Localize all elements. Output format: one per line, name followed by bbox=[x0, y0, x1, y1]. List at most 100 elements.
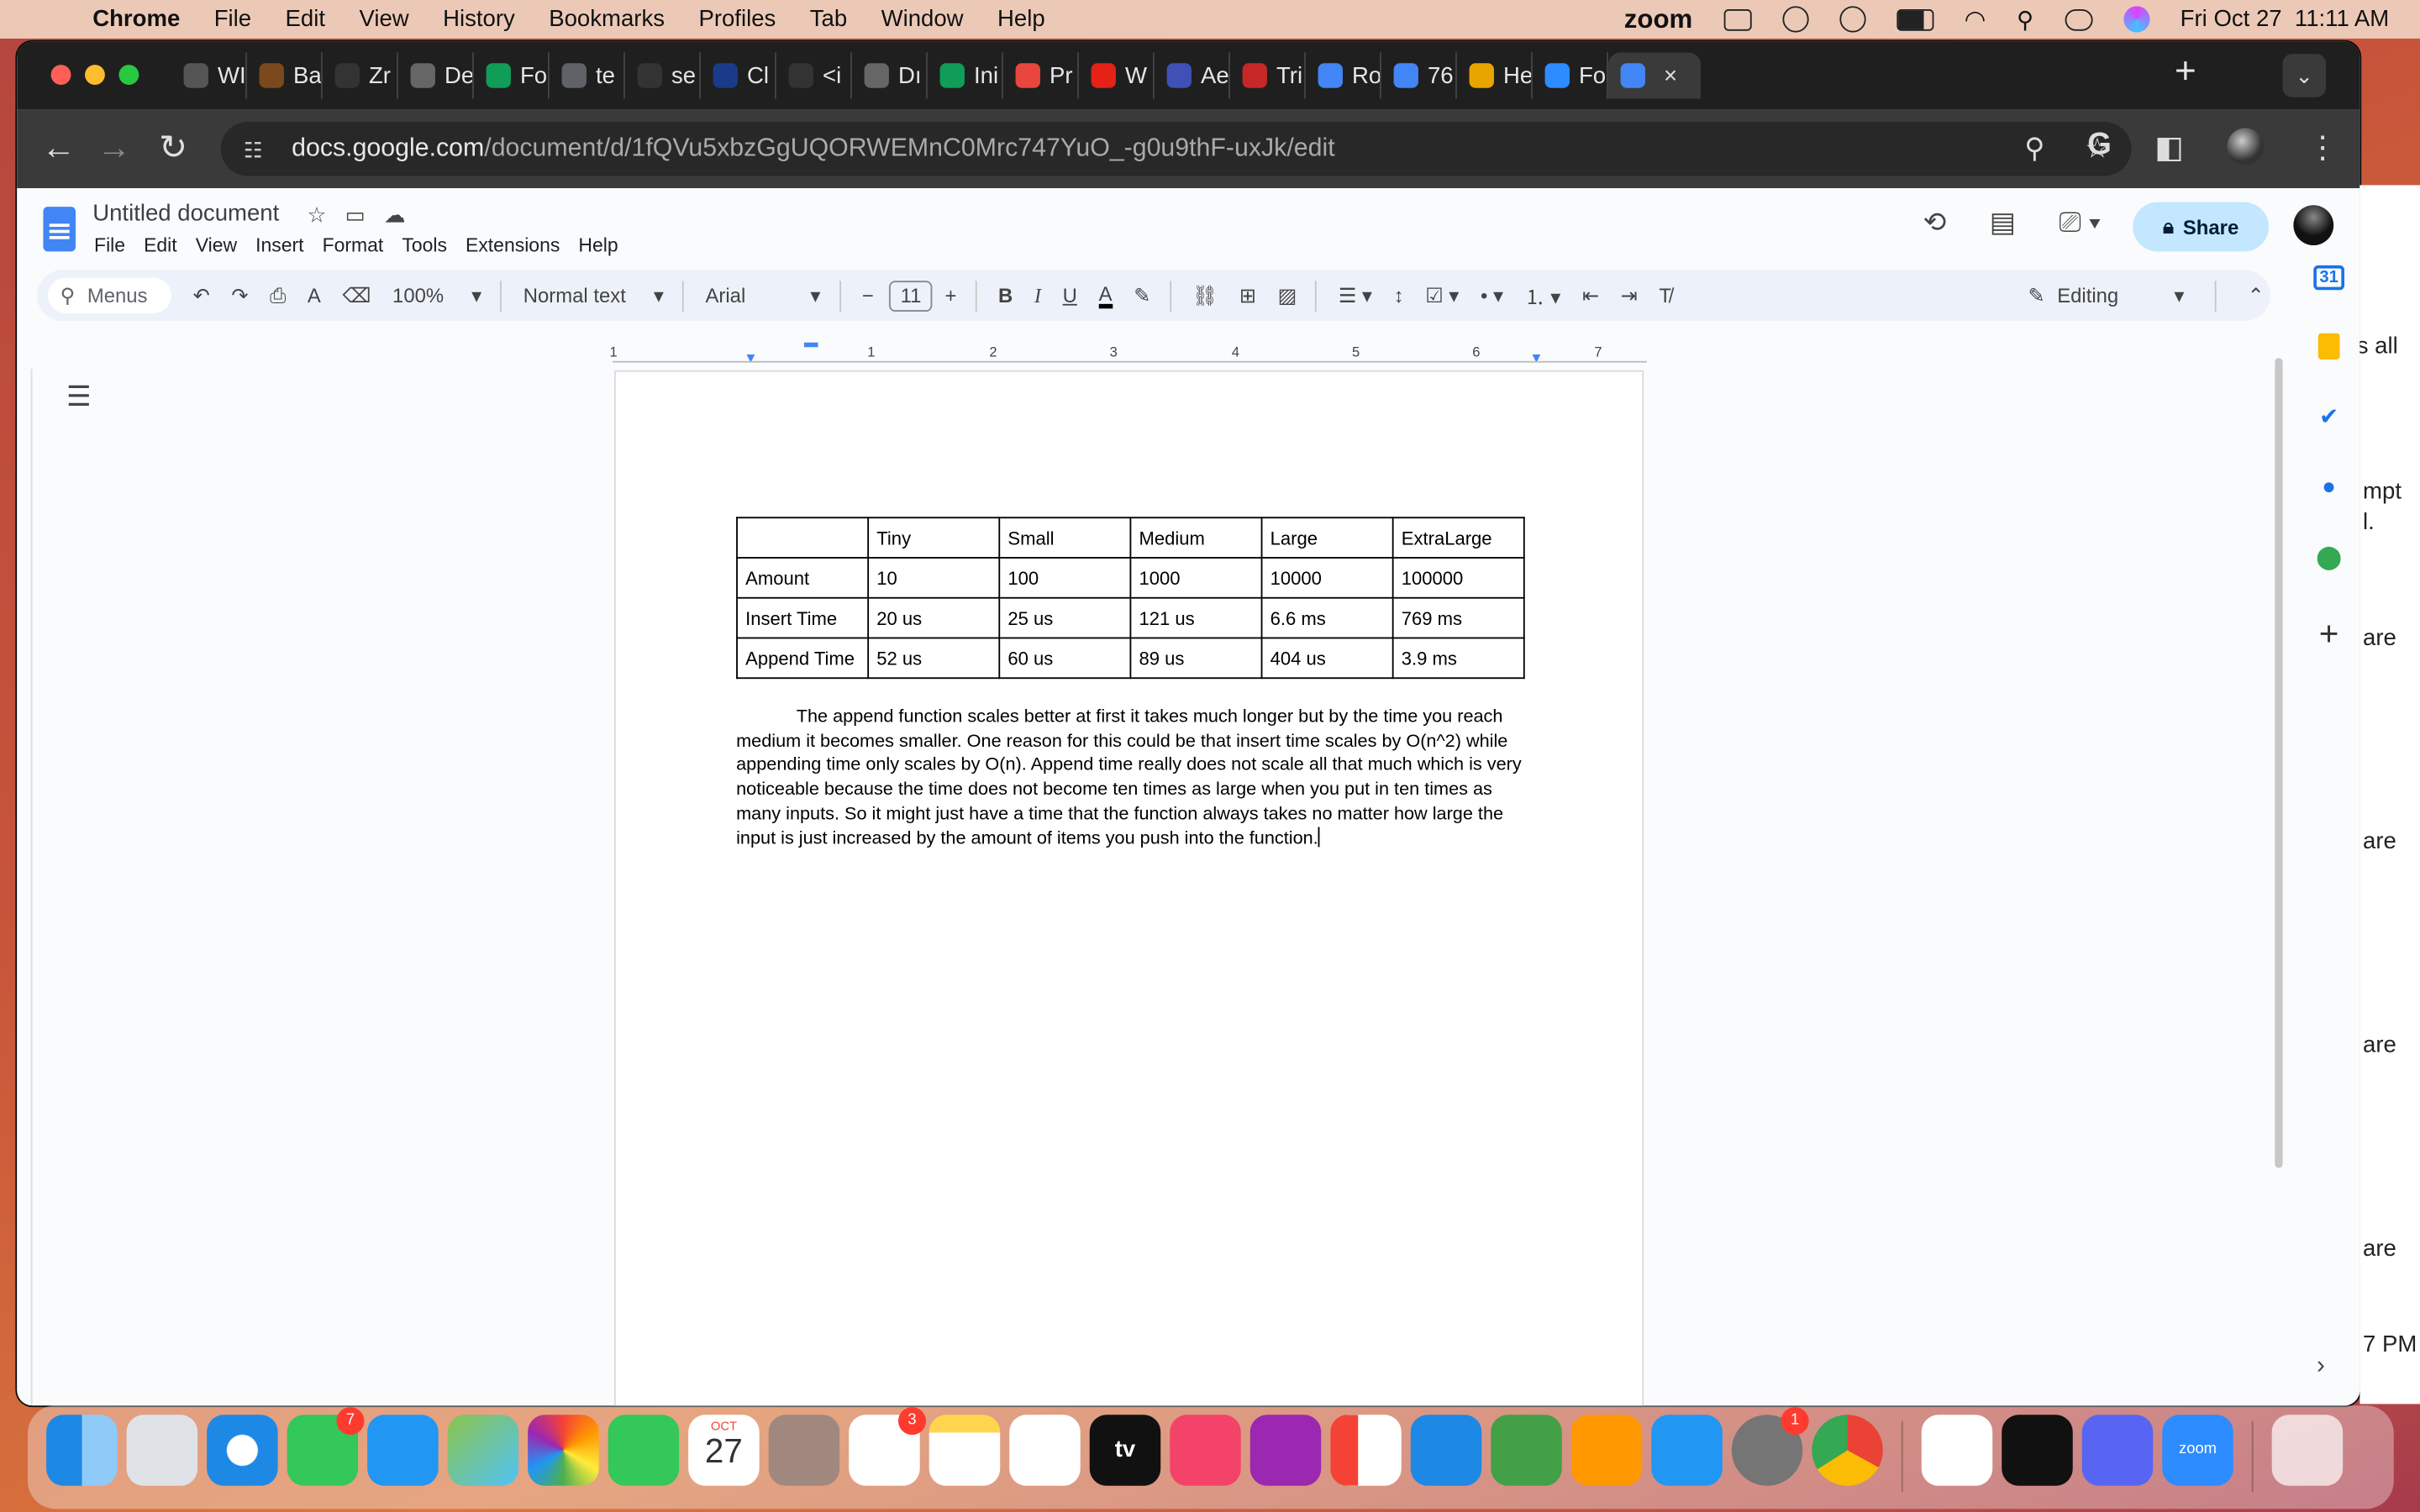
table-cell[interactable]: 52 us bbox=[867, 637, 1001, 680]
music-icon[interactable] bbox=[1170, 1415, 1241, 1486]
browser-tab[interactable]: Dı bbox=[852, 52, 928, 99]
cloud-saved-icon[interactable]: ☁ bbox=[384, 202, 406, 228]
reload-button[interactable]: ↻ bbox=[159, 128, 187, 168]
table-cell[interactable]: 10000 bbox=[1260, 557, 1394, 599]
contacts-app-icon[interactable] bbox=[768, 1415, 840, 1486]
table-cell[interactable]: 25 us bbox=[998, 596, 1132, 639]
reminders-icon[interactable]: 3 bbox=[849, 1407, 927, 1486]
chrome-icon[interactable] bbox=[1812, 1415, 1883, 1486]
site-info-icon[interactable]: ☷ bbox=[236, 132, 270, 165]
table-cell[interactable]: 121 us bbox=[1129, 596, 1263, 639]
apple-tv-icon[interactable]: tv bbox=[1089, 1415, 1161, 1486]
browser-tab[interactable]: WI bbox=[171, 52, 247, 99]
apple-icon[interactable] bbox=[31, 5, 59, 33]
chrome-menu-icon[interactable]: ⋮ bbox=[2307, 128, 2338, 166]
bulleted-list-icon[interactable]: • ▾ bbox=[1481, 283, 1503, 307]
paragraph-style-select[interactable]: Normal text ▾ bbox=[523, 283, 664, 307]
browser-tab[interactable]: Zr bbox=[323, 52, 398, 99]
account-avatar[interactable] bbox=[2293, 205, 2334, 246]
safari-icon[interactable] bbox=[207, 1415, 278, 1486]
move-folder-icon[interactable]: ▭ bbox=[345, 202, 366, 228]
browser-tab[interactable]: Ba bbox=[247, 52, 323, 99]
table-cell[interactable]: Medium bbox=[1129, 517, 1263, 559]
docs-menu-extensions[interactable]: Extensions bbox=[466, 234, 560, 256]
photos-icon[interactable] bbox=[528, 1415, 599, 1486]
keep-icon[interactable] bbox=[2317, 333, 2340, 360]
table-cell[interactable]: Insert Time bbox=[736, 596, 870, 639]
notes-icon[interactable] bbox=[929, 1415, 1001, 1486]
menu-help[interactable]: Help bbox=[997, 6, 1045, 32]
table-cell[interactable]: 1000 bbox=[1129, 557, 1263, 599]
browser-tab[interactable]: Ae bbox=[1155, 52, 1230, 99]
tasks-icon[interactable]: ✔ bbox=[2319, 402, 2338, 430]
spellcheck-icon[interactable]: A bbox=[308, 284, 321, 307]
font-size-input[interactable]: 11 bbox=[889, 280, 933, 312]
editing-mode-select[interactable]: ✎ Editing ▾ ⌃ bbox=[2028, 280, 2265, 312]
right-indent-marker[interactable]: ▼ bbox=[1529, 350, 1543, 365]
accessibility-icon[interactable] bbox=[1781, 6, 1809, 33]
browser-tab[interactable]: <i bbox=[776, 52, 852, 99]
active-browser-tab[interactable]: × bbox=[1607, 52, 1702, 99]
zoom-app-icon[interactable]: zoom bbox=[2162, 1415, 2233, 1486]
table-cell[interactable]: 10 bbox=[867, 557, 1001, 599]
wifi-icon[interactable]: ◠ bbox=[1965, 4, 1986, 35]
table-cell[interactable]: ExtraLarge bbox=[1392, 517, 1525, 559]
table-cell[interactable]: Append Time bbox=[736, 637, 870, 680]
docs-menu-format[interactable]: Format bbox=[323, 234, 384, 256]
side-panel-icon[interactable]: ◧ bbox=[2154, 128, 2184, 166]
address-bar[interactable]: ☷ docs.google.com/document/d/1fQVu5xbzGg… bbox=[220, 122, 2132, 176]
maps-app-icon[interactable] bbox=[447, 1415, 519, 1486]
share-button[interactable]: 🔒︎ Share bbox=[2133, 202, 2269, 252]
news-icon[interactable] bbox=[1330, 1415, 1402, 1486]
line-spacing-icon[interactable]: ↕ bbox=[1394, 284, 1404, 307]
tab-search-chevron-icon[interactable]: ⌄ bbox=[2282, 54, 2326, 97]
left-indent-marker[interactable]: ▼ bbox=[744, 350, 757, 365]
calendar-app-icon[interactable]: OCT 27 bbox=[688, 1415, 760, 1486]
document-scrollbar[interactable] bbox=[2275, 358, 2283, 1168]
table-cell[interactable]: Large bbox=[1260, 517, 1394, 559]
bold-icon[interactable]: B bbox=[998, 284, 1013, 307]
table-cell[interactable] bbox=[736, 517, 870, 559]
numbered-list-icon[interactable]: ⒈ ▾ bbox=[1525, 281, 1561, 310]
terminal-icon[interactable] bbox=[2002, 1415, 2073, 1486]
table-cell[interactable]: Small bbox=[998, 517, 1132, 559]
docs-menu-view[interactable]: View bbox=[196, 234, 237, 256]
menubar-datetime[interactable]: Fri Oct 27 11:11 AM bbox=[2181, 6, 2390, 32]
facetime-icon[interactable] bbox=[608, 1415, 680, 1486]
grammarly-extension-icon[interactable]: G bbox=[2087, 128, 2112, 166]
pages-icon[interactable] bbox=[1570, 1415, 1643, 1486]
forward-button[interactable]: → bbox=[97, 128, 131, 168]
italic-icon[interactable]: I bbox=[1034, 283, 1041, 307]
minimize-window-button[interactable] bbox=[85, 65, 105, 86]
table-cell[interactable]: Amount bbox=[736, 557, 870, 599]
numbers-icon[interactable] bbox=[1491, 1415, 1562, 1486]
table-cell[interactable]: 89 us bbox=[1129, 637, 1263, 680]
launchpad-icon[interactable] bbox=[126, 1415, 198, 1486]
search-menus-input[interactable]: ⚲ Menus bbox=[47, 277, 171, 313]
browser-tab[interactable]: De bbox=[398, 52, 474, 99]
menu-window[interactable]: Window bbox=[881, 6, 964, 32]
docs-menu-edit[interactable]: Edit bbox=[144, 234, 177, 256]
browser-tab[interactable]: Fo bbox=[1533, 52, 1608, 99]
meet-camera-icon[interactable]: ⎚ ▾ bbox=[2059, 207, 2101, 239]
clear-formatting-icon[interactable]: T̸ bbox=[1659, 284, 1671, 307]
show-side-panel-icon[interactable]: › bbox=[2317, 1353, 2325, 1381]
menu-history[interactable]: History bbox=[443, 6, 515, 32]
freeform-icon[interactable] bbox=[1009, 1415, 1081, 1486]
add-comment-icon[interactable]: ⊞ bbox=[1239, 283, 1256, 307]
document-paragraph[interactable]: The append function scales better at fir… bbox=[736, 705, 1525, 850]
menu-edit[interactable]: Edit bbox=[286, 6, 325, 32]
maps-icon[interactable]: ⬤ bbox=[2316, 543, 2342, 570]
document-page[interactable]: Tiny Small Medium Large ExtraLarge Amount 10 10… bbox=[614, 370, 1644, 1406]
podcasts-icon[interactable] bbox=[1249, 1415, 1322, 1486]
get-addons-icon[interactable]: + bbox=[2319, 614, 2339, 654]
table-cell[interactable]: 100000 bbox=[1392, 557, 1525, 599]
performance-table[interactable]: Tiny Small Medium Large ExtraLarge Amount 10 10… bbox=[736, 517, 1525, 680]
font-select[interactable]: Arial ▾ bbox=[706, 283, 821, 307]
menu-chrome[interactable]: Chrome bbox=[92, 6, 180, 32]
comments-icon[interactable]: ▤ bbox=[1990, 207, 2016, 239]
menu-bookmarks[interactable]: Bookmarks bbox=[549, 6, 665, 32]
print-icon[interactable]: ⎙ bbox=[270, 283, 286, 307]
table-cell[interactable]: 3.9 ms bbox=[1392, 637, 1525, 680]
trash-icon[interactable] bbox=[2271, 1415, 2344, 1486]
